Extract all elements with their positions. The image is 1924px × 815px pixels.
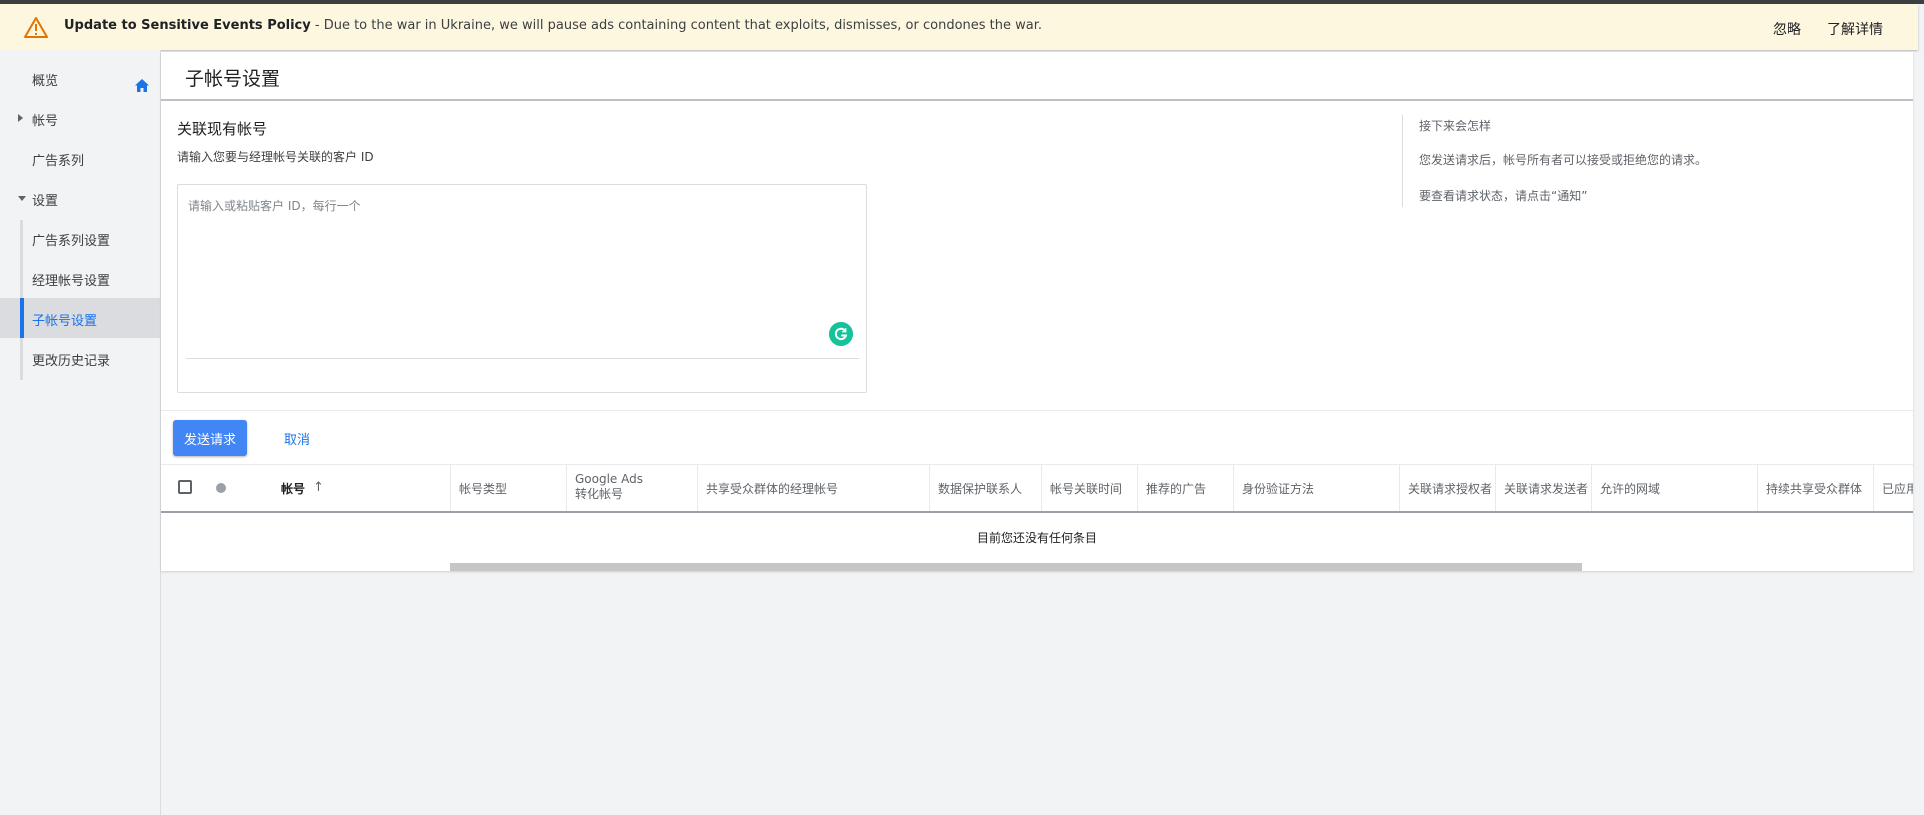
column-label: 关联请求授权者 — [1408, 482, 1493, 496]
next-steps-heading: 接下来会怎样 — [1419, 119, 1492, 133]
column-header-approver[interactable]: 关联请求授权者 — [1399, 465, 1495, 511]
customer-id-field — [177, 184, 867, 393]
caret-down-icon — [18, 196, 26, 201]
column-label: 共享受众群体的经理帐号 — [706, 482, 839, 496]
link-section-description: 请输入您要与经理帐号关联的客户 ID — [177, 150, 374, 164]
column-header-allowed-domains[interactable]: 允许的网域 — [1591, 465, 1757, 511]
column-header-audience-manager[interactable]: 共享受众群体的经理帐号 — [697, 465, 929, 511]
title-divider — [161, 99, 1913, 101]
sidebar-item-sub-account-settings[interactable]: 子帐号设置 — [0, 298, 160, 338]
sidebar-item-accounts[interactable]: 帐号 — [0, 98, 160, 138]
sidebar-item-label: 广告系列 — [32, 154, 85, 169]
page-title: 子帐号设置 — [185, 68, 281, 90]
actions-divider — [161, 410, 1913, 411]
next-steps-panel: 接下来会怎样 您发送请求后，帐号所有者可以接受或拒绝您的请求。 要查看请求状态，… — [1402, 115, 1803, 207]
sidebar-item-label: 广告系列设置 — [32, 234, 111, 249]
sidebar-item-overview[interactable]: 概览 — [0, 58, 160, 98]
banner-text: - Due to the war in Ukraine, we will pau… — [310, 18, 1043, 33]
column-header-conversion-account[interactable]: Google Ads 转化帐号 — [566, 465, 697, 511]
customer-id-input[interactable] — [186, 195, 860, 349]
column-header-ongoing-sharing[interactable]: 持续共享受众群体 — [1757, 465, 1873, 511]
sidebar-item-label: 子帐号设置 — [32, 314, 98, 329]
sidebar-item-campaign-settings[interactable]: 广告系列设置 — [0, 218, 160, 258]
sidebar-item-label: 概览 — [32, 74, 59, 89]
select-all-checkbox[interactable] — [178, 480, 192, 494]
sidebar-item-label: 帐号 — [32, 114, 59, 129]
main-panel: 子帐号设置 关联现有帐号 请输入您要与经理帐号关联的客户 ID 接下来会怎样 您… — [161, 52, 1913, 571]
column-label: 帐号 — [281, 482, 306, 496]
sidebar: 概览 帐号 广告系列 设置 广告系列设置 经理帐号设置 子帐号设置 更改历史记录 — [0, 50, 161, 815]
column-header-data-protection[interactable]: 数据保护联系人 — [929, 465, 1041, 511]
next-steps-line: 您发送请求后，帐号所有者可以接受或拒绝您的请求。 — [1419, 153, 1708, 167]
column-header-verification[interactable]: 身份验证方法 — [1233, 465, 1399, 511]
home-icon — [135, 79, 149, 92]
next-steps-line: 要查看请求状态，请点击“通知” — [1419, 189, 1588, 203]
sidebar-item-change-history[interactable]: 更改历史记录 — [0, 338, 160, 378]
column-label: 身份验证方法 — [1242, 482, 1315, 496]
column-header-sender[interactable]: 关联请求发送者 — [1495, 465, 1591, 511]
sidebar-item-campaigns[interactable]: 广告系列 — [0, 138, 160, 178]
column-label: 帐号关联时间 — [1050, 482, 1123, 496]
column-label: 已应用 — [1882, 482, 1913, 496]
column-header-account-type[interactable]: 帐号类型 — [450, 465, 566, 511]
banner-message: Update to Sensitive Events Policy - Due … — [64, 18, 1042, 33]
column-header-account[interactable]: 帐号 ↑ — [161, 465, 450, 511]
caret-right-icon — [18, 114, 23, 122]
warning-triangle-icon — [24, 17, 48, 38]
empty-message: 目前您还没有任何条目 — [977, 531, 1098, 545]
cancel-button[interactable]: 取消 — [267, 420, 327, 456]
active-indicator — [20, 298, 24, 338]
column-label: 关联请求发送者 — [1504, 482, 1589, 496]
arrow-up-icon[interactable]: ↑ — [313, 480, 324, 495]
table-header: 帐号 ↑ 帐号类型 Google Ads 转化帐号 共享受众群体的经理帐号 数据… — [161, 464, 1913, 513]
sidebar-item-manager-account-settings[interactable]: 经理帐号设置 — [0, 258, 160, 298]
grammarly-icon[interactable] — [829, 322, 853, 346]
sidebar-item-label: 更改历史记录 — [32, 354, 111, 369]
dismiss-button[interactable]: 忽略 — [1773, 19, 1801, 39]
scrollbar-thumb[interactable] — [450, 563, 1582, 571]
send-request-button[interactable]: 发送请求 — [173, 420, 247, 456]
column-label: 允许的网域 — [1600, 482, 1661, 496]
horizontal-scrollbar[interactable] — [161, 562, 1913, 571]
learn-more-link[interactable]: 了解详情 — [1827, 19, 1883, 39]
status-dot-icon — [216, 483, 226, 493]
column-header-link-time[interactable]: 帐号关联时间 — [1041, 465, 1137, 511]
column-label: 持续共享受众群体 — [1766, 482, 1863, 496]
column-label: 推荐的广告 — [1146, 482, 1207, 496]
column-label: 帐号类型 — [459, 482, 508, 496]
sidebar-item-label: 设置 — [32, 194, 59, 209]
empty-table-row: 目前您还没有任何条目 — [161, 512, 1913, 563]
column-label: Google Ads 转化帐号 — [575, 472, 643, 501]
link-section-title: 关联现有帐号 — [177, 120, 268, 138]
column-label: 数据保护联系人 — [938, 482, 1023, 496]
column-header-applied[interactable]: 已应用 — [1873, 465, 1913, 511]
column-header-recommended-ads[interactable]: 推荐的广告 — [1137, 465, 1233, 511]
sidebar-item-settings[interactable]: 设置 — [0, 178, 160, 218]
sidebar-item-label: 经理帐号设置 — [32, 274, 111, 289]
policy-banner: Update to Sensitive Events Policy - Due … — [0, 4, 1918, 50]
input-underline — [186, 358, 859, 359]
banner-title: Update to Sensitive Events Policy — [64, 18, 311, 33]
